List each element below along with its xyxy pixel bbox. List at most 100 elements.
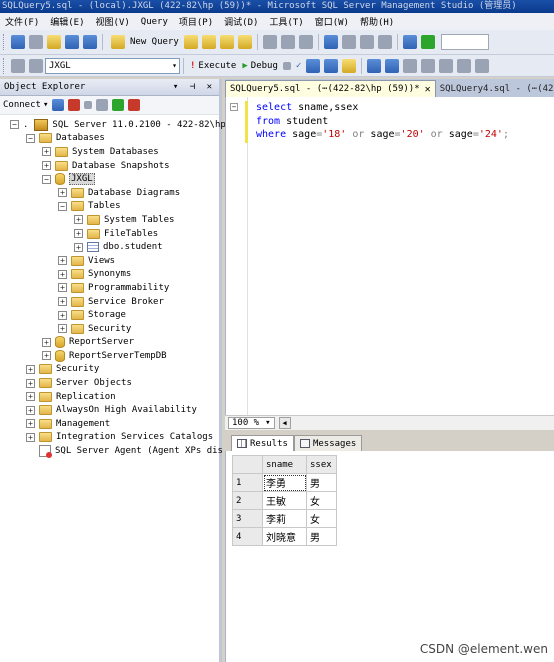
scroll-left-icon[interactable]: ◀ [278,417,291,429]
expand-icon[interactable]: + [58,297,67,307]
tree-node[interactable]: + System Tables [0,213,219,227]
activity-icon[interactable] [128,99,141,111]
change-connection-icon[interactable] [29,58,43,73]
expand-icon[interactable]: + [26,405,35,415]
refresh-icon[interactable] [112,99,125,111]
display-plan-icon[interactable] [306,58,321,73]
uncomment-icon[interactable] [457,58,472,73]
execute-button[interactable]: ! Execute [190,61,236,71]
comment-icon[interactable] [439,58,454,73]
cell-ssex[interactable]: 女 [306,491,337,510]
expand-icon[interactable]: + [58,310,67,320]
expand-icon[interactable]: + [58,283,67,293]
tree-node[interactable]: + ReportServerTempDB [0,349,219,363]
tree-node[interactable]: + Replication [0,390,219,404]
start-debug-icon[interactable] [420,35,435,49]
tree-node[interactable]: + Security [0,363,219,377]
menu-help[interactable]: 帮助(H) [360,15,394,28]
tab-sqlquery5[interactable]: SQLQuery5.sql - (⋯(422-82\hp (59))* ✕ [225,80,436,97]
expand-icon[interactable]: + [58,188,67,198]
sql-code[interactable]: select sname,ssex from student where sag… [256,101,509,142]
tree-node[interactable]: + Programmability [0,281,219,295]
client-stats-icon[interactable] [385,58,400,73]
cell-sname[interactable]: 王敏 [262,491,307,510]
paste-icon[interactable] [298,35,313,49]
row-number[interactable]: 1 [232,473,263,492]
tree-node[interactable]: + Server Objects [0,376,219,390]
results-to-text-icon[interactable] [342,58,357,73]
tree-node[interactable]: + Management [0,417,219,431]
table-row[interactable]: 3 李莉 女 [232,509,337,528]
xmla-query-icon[interactable] [237,35,252,49]
save-icon[interactable] [65,35,79,49]
expand-icon[interactable]: + [42,161,51,171]
mdx-query-icon[interactable] [219,35,234,49]
expand-icon[interactable]: + [26,378,35,388]
tree-node[interactable]: −. SQL Server 11.0.2100 - 422-82\hp [0,118,226,132]
expand-icon[interactable]: + [42,337,51,347]
toolbar-grip[interactable] [3,57,6,74]
expand-icon[interactable]: + [74,229,83,239]
results-grid-icon[interactable] [403,58,418,73]
connect-icon[interactable] [11,58,25,73]
tree-node[interactable]: + Service Broker [0,295,219,309]
find-icon[interactable] [377,35,392,49]
collapse-icon[interactable]: − [230,103,238,111]
expand-icon[interactable]: + [26,392,35,402]
tree-node[interactable]: SQL Server Agent (Agent XPs dis [0,444,223,459]
open-file-icon[interactable] [47,35,61,49]
grid-corner[interactable] [232,455,263,474]
database-engine-query-icon[interactable] [183,35,198,49]
tree-node[interactable]: + AlwaysOn High Availability [0,403,219,417]
tree-node[interactable]: + Database Snapshots [0,159,219,173]
cell-sname[interactable]: 李勇 [262,473,307,492]
cut-icon[interactable] [262,35,277,49]
tree-node[interactable]: + Synonyms [0,268,219,282]
panel-controls[interactable]: ▾ ⊣ ✕ [173,82,215,92]
tree-node[interactable]: − Databases [0,132,219,146]
tree-node[interactable]: + dbo.student [0,240,219,254]
collapse-icon[interactable]: − [42,174,51,184]
copy-icon[interactable] [280,35,295,49]
row-number[interactable]: 4 [232,527,263,546]
new-project-icon[interactable] [11,35,25,49]
column-header-sname[interactable]: sname [262,455,307,474]
query-designer-icon[interactable] [324,58,339,73]
menu-window[interactable]: 窗口(W) [315,15,349,28]
expand-icon[interactable]: + [42,147,51,157]
tree-node[interactable]: + Security [0,322,219,336]
tree-node[interactable]: + Storage [0,308,219,322]
tree-node[interactable]: − JXGL [0,172,219,186]
disconnect-icon[interactable] [68,99,81,111]
menu-tools[interactable]: 工具(T) [269,15,303,28]
cancel-query-icon[interactable] [282,61,291,70]
close-icon[interactable]: ✕ [425,84,431,95]
activity-monitor-icon[interactable] [402,35,417,49]
add-item-icon[interactable] [29,35,43,49]
menu-query[interactable]: Query [141,17,168,27]
expand-icon[interactable]: + [58,256,67,266]
debug-button[interactable]: ▶ Debug [242,61,278,71]
analysis-query-icon[interactable] [201,35,216,49]
new-query-button[interactable]: New Query [109,35,179,49]
expand-icon[interactable]: + [42,351,51,361]
connect-dropdown[interactable]: Connect ▾ [3,100,48,110]
collapse-icon[interactable]: − [10,120,19,130]
expand-icon[interactable]: + [26,364,35,374]
tab-messages[interactable]: Messages [293,435,363,451]
indent-icon[interactable] [475,58,490,73]
tree-node[interactable]: + Integration Services Catalogs [0,431,219,445]
table-row[interactable]: 4 刘晓意 男 [232,527,337,546]
results-file-icon[interactable] [421,58,436,73]
expand-icon[interactable]: + [74,242,83,252]
tab-results[interactable]: Results [231,435,294,451]
collapse-icon[interactable]: − [26,133,35,143]
tree-node[interactable]: + Database Diagrams [0,186,219,200]
available-databases-select[interactable]: JXGL ▾ [45,57,180,74]
menu-view[interactable]: 视图(V) [96,15,130,28]
zoom-select[interactable]: 100 % ▾ [228,417,275,429]
row-number[interactable]: 3 [232,509,263,528]
tree-node[interactable]: + Views [0,254,219,268]
table-row[interactable]: 1 李勇 男 [232,473,337,492]
cell-ssex[interactable]: 男 [306,527,337,546]
